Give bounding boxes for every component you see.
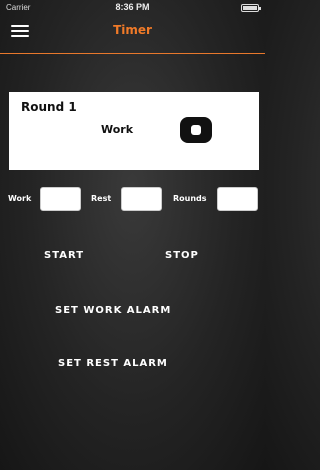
status-time: 8:36 PM — [115, 2, 150, 12]
round-label: Round 1 — [21, 100, 77, 114]
battery-icon — [241, 4, 261, 12]
work-field-label: Work — [8, 194, 32, 203]
work-duration-input[interactable] — [40, 187, 81, 211]
stop-icon[interactable] — [180, 117, 212, 143]
stop-button[interactable]: STOP — [165, 250, 199, 261]
rest-field-label: Rest — [91, 194, 112, 203]
timer-display-card: Round 1 Work — [9, 92, 259, 170]
phase-label: Work — [101, 123, 134, 136]
rest-duration-input[interactable] — [121, 187, 162, 211]
set-work-alarm-button[interactable]: SET WORK ALARM — [55, 305, 171, 316]
rounds-count-input[interactable] — [217, 187, 258, 211]
status-bar: Carrier 8:36 PM — [0, 0, 265, 16]
set-rest-alarm-button[interactable]: SET REST ALARM — [58, 358, 168, 369]
navigation-bar: Timer — [0, 16, 265, 54]
start-button[interactable]: START — [44, 250, 84, 261]
rounds-field-label: Rounds — [173, 194, 207, 203]
page-title: Timer — [113, 23, 152, 37]
